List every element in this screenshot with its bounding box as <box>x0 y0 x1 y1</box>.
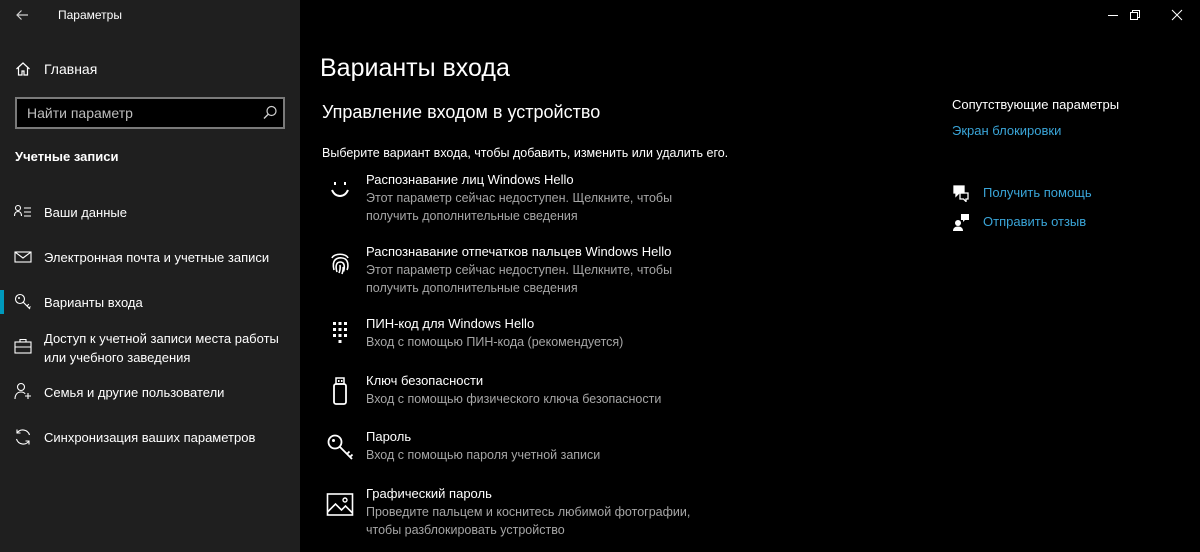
sidebar-item-email-accounts[interactable]: Электронная почта и учетные записи <box>0 246 300 268</box>
sidebar-item-work-access[interactable]: Доступ к учетной записи места работы или… <box>0 327 300 367</box>
key-icon <box>327 434 354 460</box>
usb-key-icon <box>333 377 347 405</box>
section-subtitle: Управление входом в устройство <box>322 102 601 122</box>
option-description: Вход с помощью ПИН-кода (рекомендуется) <box>366 335 624 349</box>
nav-home[interactable]: Главная <box>0 56 300 82</box>
option-picture-password[interactable]: Графический пароль Проведите пальцем и к… <box>322 486 742 538</box>
sidebar-item-sign-in-options[interactable]: Варианты входа <box>0 290 300 314</box>
app-title: Параметры <box>58 8 122 22</box>
sidebar-item-label: Ваши данные <box>44 205 127 220</box>
option-description: Вход с помощью пароля учетной записи <box>366 448 601 462</box>
section-title: Учетные записи <box>15 149 119 164</box>
restore-icon <box>1130 10 1140 20</box>
sidebar-item-label: Семья и другие пользователи <box>44 385 225 400</box>
option-fingerprint[interactable]: Распознавание отпечатков пальцев Windows… <box>322 244 742 296</box>
sidebar-item-label: Электронная почта и учетные записи <box>44 250 270 265</box>
option-description: Этот параметр сейчас недоступен. Щелкнит… <box>366 191 673 223</box>
selection-indicator <box>0 290 4 314</box>
help-chat-icon <box>953 185 969 202</box>
feedback-icon <box>953 214 969 231</box>
get-help-link[interactable]: Получить помощь <box>952 184 1152 204</box>
search-icon[interactable] <box>261 104 279 122</box>
option-title: Ключ безопасности <box>366 373 484 388</box>
main-content: Варианты входа Управление входом в устро… <box>300 0 1200 552</box>
option-pin[interactable]: ПИН-код для Windows Hello Вход с помощью… <box>322 316 742 352</box>
sidebar-item-label: Варианты входа <box>44 295 143 310</box>
restore-button[interactable] <box>1112 0 1158 30</box>
option-face-recognition[interactable]: Распознавание лиц Windows Hello Этот пар… <box>322 172 742 224</box>
close-icon <box>1171 9 1183 21</box>
related-settings-title: Сопутствующие параметры <box>952 97 1120 112</box>
option-title: Графический пароль <box>366 486 492 501</box>
sidebar-item-your-info[interactable]: Ваши данные <box>0 201 300 223</box>
option-title: Пароль <box>366 429 412 444</box>
keypad-icon <box>333 322 347 343</box>
get-help-label: Получить помощь <box>983 185 1092 200</box>
back-arrow-icon <box>16 10 28 20</box>
option-title: Распознавание лиц Windows Hello <box>366 172 574 187</box>
back-button[interactable] <box>10 4 34 26</box>
option-security-key[interactable]: Ключ безопасности Вход с помощью физичес… <box>322 373 742 409</box>
instruction-text: Выберите вариант входа, чтобы добавить, … <box>322 146 729 160</box>
sidebar-item-label: Доступ к учетной записи места работы или… <box>44 331 279 365</box>
sidebar: Параметры Главная Учетные записи Ваши да… <box>0 0 300 552</box>
lock-screen-link[interactable]: Экран блокировки <box>952 123 1061 138</box>
option-description: Этот параметр сейчас недоступен. Щелкнит… <box>366 263 673 295</box>
sidebar-item-family-users[interactable]: Семья и другие пользователи <box>0 381 300 403</box>
option-description: Проведите пальцем и коснитесь любимой фо… <box>366 505 691 537</box>
search-input[interactable] <box>17 99 253 127</box>
person-card-icon <box>14 204 31 217</box>
home-icon <box>16 62 30 76</box>
picture-icon <box>326 493 354 516</box>
close-button[interactable] <box>1154 0 1200 30</box>
option-title: Распознавание отпечатков пальцев Windows… <box>366 244 672 259</box>
option-title: ПИН-код для Windows Hello <box>366 316 535 331</box>
page-title: Варианты входа <box>320 54 510 82</box>
send-feedback-label: Отправить отзыв <box>983 214 1087 229</box>
sidebar-item-sync-settings[interactable]: Синхронизация ваших параметров <box>0 426 300 448</box>
fingerprint-icon <box>331 253 349 275</box>
option-password[interactable]: Пароль Вход с помощью пароля учетной зап… <box>322 429 742 465</box>
person-add-icon <box>14 382 31 400</box>
nav-home-label: Главная <box>44 61 98 77</box>
send-feedback-link[interactable]: Отправить отзыв <box>952 213 1152 233</box>
mail-icon <box>14 251 32 263</box>
option-description: Вход с помощью физического ключа безопас… <box>366 392 662 406</box>
briefcase-icon <box>14 338 32 354</box>
sidebar-item-label: Синхронизация ваших параметров <box>44 430 256 445</box>
sync-icon <box>15 429 31 445</box>
key-icon <box>14 293 31 310</box>
face-icon <box>331 182 349 198</box>
search-box <box>15 97 285 129</box>
